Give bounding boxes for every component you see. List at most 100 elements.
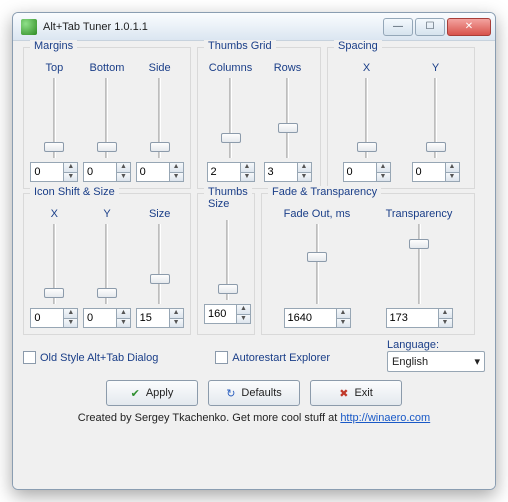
slider-track[interactable]: [43, 224, 65, 304]
spin-down[interactable]: ▼: [297, 172, 312, 182]
spin-down[interactable]: ▼: [240, 172, 255, 182]
spin-input[interactable]: [343, 162, 377, 182]
spin-up[interactable]: ▲: [445, 162, 460, 172]
spin-input[interactable]: [30, 308, 64, 328]
maximize-button[interactable]: ☐: [415, 18, 445, 36]
spin-down[interactable]: ▼: [116, 318, 131, 328]
slider-track[interactable]: [306, 224, 328, 304]
slider-thumb[interactable]: [357, 142, 377, 152]
slider-track[interactable]: [96, 224, 118, 304]
spin-up[interactable]: ▲: [438, 308, 453, 318]
spin-input[interactable]: [284, 308, 337, 328]
slider-track[interactable]: [220, 78, 242, 158]
spin-up[interactable]: ▲: [240, 162, 255, 172]
spin-down[interactable]: ▼: [116, 172, 131, 182]
spin-down[interactable]: ▼: [445, 172, 460, 182]
spin-input[interactable]: [386, 308, 439, 328]
spin-input[interactable]: [30, 162, 64, 182]
spin-input[interactable]: [83, 162, 117, 182]
spin-input[interactable]: [412, 162, 446, 182]
titlebar[interactable]: Alt+Tab Tuner 1.0.1.1 — ☐ ✕: [13, 13, 495, 41]
spin-down[interactable]: ▼: [169, 172, 184, 182]
group-icon-shift: Icon Shift & Size X▲▼Y▲▼Size▲▼: [23, 193, 191, 335]
slider-thumb[interactable]: [278, 123, 298, 133]
old-style-label: Old Style Alt+Tab Dialog: [40, 352, 158, 364]
footer-link[interactable]: http://winaero.com: [340, 412, 430, 424]
legend-thumbs-size: Thumbs Size: [204, 186, 252, 210]
refresh-icon: ↻: [226, 387, 235, 400]
apply-button[interactable]: ✔ Apply: [106, 380, 198, 406]
spin-input[interactable]: [264, 162, 298, 182]
slider-track[interactable]: [356, 78, 378, 158]
slider-thumb[interactable]: [426, 142, 446, 152]
slider-col: Bottom▲▼: [83, 62, 131, 182]
slider-label: Columns: [209, 62, 252, 74]
slider-col: Size▲▼: [136, 208, 184, 328]
spin-input[interactable]: [83, 308, 117, 328]
slider-col: ▲▼: [204, 220, 251, 324]
spin-up[interactable]: ▲: [63, 308, 78, 318]
language-select[interactable]: English ▾: [387, 351, 485, 372]
slider-track[interactable]: [43, 78, 65, 158]
slider-thumb[interactable]: [221, 133, 241, 143]
close-icon: ✖: [339, 387, 348, 400]
spin-up[interactable]: ▲: [376, 162, 391, 172]
footer-text: Created by Sergey Tkachenko. Get more co…: [23, 412, 485, 424]
slider-thumb[interactable]: [218, 284, 238, 294]
slider-track[interactable]: [425, 78, 447, 158]
slider-col: Top▲▼: [30, 62, 78, 182]
slider-track[interactable]: [408, 224, 430, 304]
exit-button[interactable]: ✖ Exit: [310, 380, 402, 406]
slider-label: Rows: [274, 62, 302, 74]
spin-input[interactable]: [136, 162, 170, 182]
spin-input[interactable]: [136, 308, 170, 328]
minimize-button[interactable]: —: [383, 18, 413, 36]
slider-thumb[interactable]: [307, 252, 327, 262]
slider-track[interactable]: [217, 220, 239, 300]
group-thumbs-size: Thumbs Size ▲▼: [197, 193, 255, 335]
group-fade: Fade & Transparency Fade Out, ms▲▼Transp…: [261, 193, 475, 335]
spin-up[interactable]: ▲: [236, 304, 251, 314]
checkbox-icon[interactable]: [215, 351, 228, 364]
language-value: English: [392, 356, 428, 368]
slider-track[interactable]: [277, 78, 299, 158]
spin-up[interactable]: ▲: [63, 162, 78, 172]
spin-down[interactable]: ▼: [63, 318, 78, 328]
slider-thumb[interactable]: [44, 288, 64, 298]
spin-down[interactable]: ▼: [169, 318, 184, 328]
spin-down[interactable]: ▼: [236, 314, 251, 324]
checkbox-icon[interactable]: [23, 351, 36, 364]
slider-thumb[interactable]: [150, 274, 170, 284]
spin-up[interactable]: ▲: [116, 162, 131, 172]
spin-up[interactable]: ▲: [336, 308, 351, 318]
slider-thumb[interactable]: [409, 239, 429, 249]
slider-thumb[interactable]: [97, 142, 117, 152]
slider-thumb[interactable]: [97, 288, 117, 298]
slider-col: Columns ▲▼: [207, 62, 255, 182]
defaults-button[interactable]: ↻ Defaults: [208, 380, 300, 406]
spin-input[interactable]: [204, 304, 237, 324]
spin-down[interactable]: ▼: [438, 318, 453, 328]
defaults-label: Defaults: [241, 387, 281, 399]
slider-track[interactable]: [149, 78, 171, 158]
close-button[interactable]: ✕: [447, 18, 491, 36]
slider-label: X: [51, 208, 58, 220]
slider-thumb[interactable]: [44, 142, 64, 152]
spin-down[interactable]: ▼: [376, 172, 391, 182]
slider-col: X ▲▼: [30, 208, 78, 328]
spin-up[interactable]: ▲: [169, 308, 184, 318]
slider-thumb[interactable]: [150, 142, 170, 152]
old-style-checkbox-row[interactable]: Old Style Alt+Tab Dialog: [23, 351, 158, 364]
spin-input[interactable]: [207, 162, 241, 182]
autorestart-checkbox-row[interactable]: Autorestart Explorer: [215, 351, 330, 364]
autorestart-label: Autorestart Explorer: [232, 352, 330, 364]
slider-track[interactable]: [96, 78, 118, 158]
spin-up[interactable]: ▲: [169, 162, 184, 172]
spin-up[interactable]: ▲: [116, 308, 131, 318]
spin-down[interactable]: ▼: [336, 318, 351, 328]
spin-up[interactable]: ▲: [297, 162, 312, 172]
legend-thumbs-grid: Thumbs Grid: [204, 40, 276, 52]
group-margins: Margins Top▲▼Bottom▲▼Side▲▼: [23, 47, 191, 189]
slider-track[interactable]: [149, 224, 171, 304]
spin-down[interactable]: ▼: [63, 172, 78, 182]
